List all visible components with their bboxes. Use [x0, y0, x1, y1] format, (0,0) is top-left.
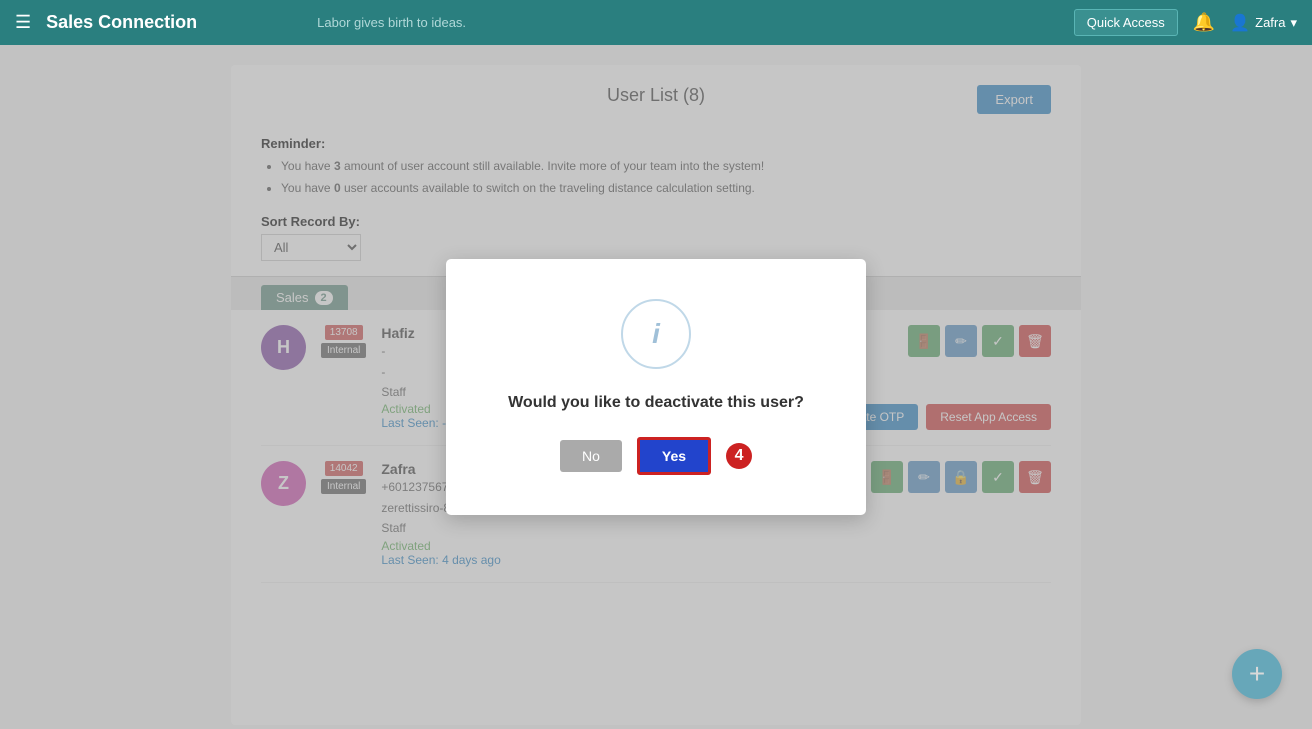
modal-buttons: No Yes 4 — [496, 437, 816, 475]
quick-access-button[interactable]: Quick Access — [1074, 9, 1178, 36]
user-menu[interactable]: 👤 Zafra ▾ — [1230, 13, 1297, 33]
modal-yes-button[interactable]: Yes — [637, 437, 711, 475]
main-content: User List (8) Export Reminder: You have … — [0, 45, 1312, 729]
menu-icon[interactable]: ☰ — [15, 12, 31, 33]
step-badge: 4 — [726, 443, 752, 469]
user-name: Zafra — [1255, 15, 1285, 30]
header-tagline: Labor gives birth to ideas. — [317, 15, 466, 30]
app-header: ☰ Sales Connection Labor gives birth to … — [0, 0, 1312, 45]
modal-overlay: i Would you like to deactivate this user… — [0, 45, 1312, 729]
chevron-down-icon: ▾ — [1290, 15, 1297, 31]
modal-message: Would you like to deactivate this user? — [496, 394, 816, 412]
app-title: Sales Connection — [46, 12, 197, 33]
header-right: Quick Access 🔔 👤 Zafra ▾ — [1074, 9, 1297, 36]
user-icon: 👤 — [1230, 13, 1250, 33]
modal-info-icon: i — [621, 299, 691, 369]
deactivate-modal: i Would you like to deactivate this user… — [446, 259, 866, 515]
bell-icon[interactable]: 🔔 — [1193, 12, 1215, 33]
modal-no-button[interactable]: No — [560, 440, 622, 472]
